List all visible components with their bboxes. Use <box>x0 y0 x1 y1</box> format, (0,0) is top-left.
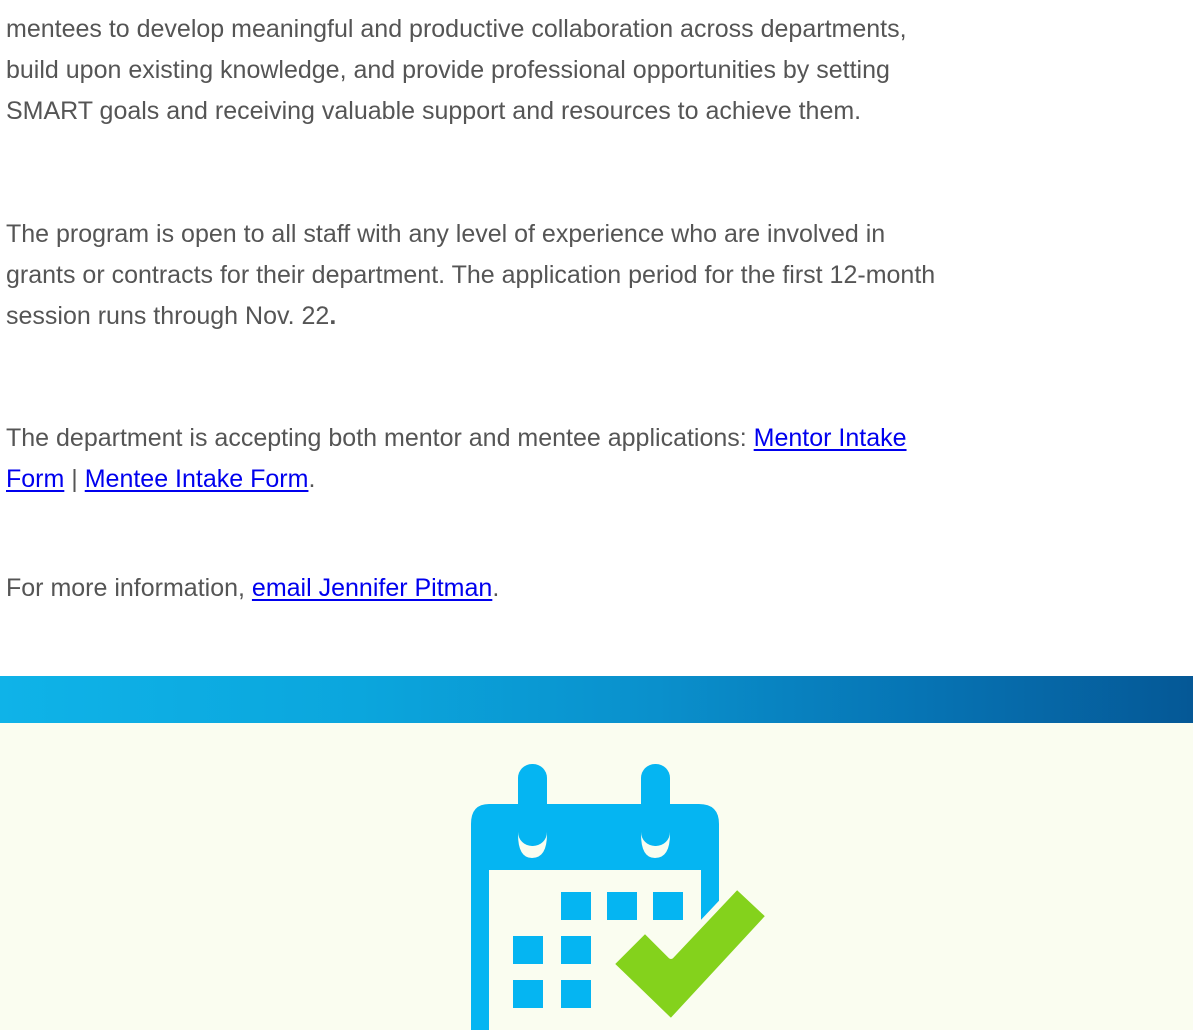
text-line: mentees to develop meaningful and produc… <box>6 15 907 43</box>
text-line: The program is open to all staff with an… <box>6 220 886 248</box>
calendar-day <box>513 936 543 964</box>
paragraph-program-goals: mentees to develop meaningful and produc… <box>6 9 907 132</box>
text-line: grants or contracts for their department… <box>6 261 936 289</box>
calendar-day <box>561 980 591 1008</box>
email-jennifer-pitman-link[interactable]: email Jennifer Pitman <box>252 574 492 602</box>
calendar-frame-left <box>471 864 489 1030</box>
calendar-check-icon <box>471 764 771 1030</box>
calendar-day <box>607 892 637 920</box>
bold-period: . <box>329 302 337 330</box>
calendar-ring-left <box>518 764 547 846</box>
text-line: session runs through Nov. 22 <box>6 302 330 330</box>
link-separator: | <box>64 465 85 493</box>
text-segment: . <box>492 574 500 602</box>
paragraph-contact: For more information, email Jennifer Pit… <box>6 568 499 609</box>
calendar-day <box>513 980 543 1008</box>
mentee-intake-form-link[interactable]: Mentee Intake Form <box>85 465 309 493</box>
text-segment: For more information, <box>6 574 252 602</box>
paragraph-eligibility: The program is open to all staff with an… <box>6 214 935 337</box>
calendar-header <box>471 804 719 870</box>
link-text: Mentor Intake <box>753 424 907 452</box>
calendar-day <box>561 892 591 920</box>
text-segment: . <box>308 465 316 493</box>
calendar-day <box>653 892 683 920</box>
text-segment: The department is accepting both mentor … <box>6 424 754 452</box>
link-text: Form <box>6 465 65 493</box>
calendar-day <box>561 936 591 964</box>
calendar-ring-right <box>641 764 670 846</box>
text-line: build upon existing knowledge, and provi… <box>6 56 890 84</box>
section-divider-band <box>0 676 1193 723</box>
email-newsletter-view: mentees to develop meaningful and produc… <box>0 0 1193 1030</box>
text-line: SMART goals and receiving valuable suppo… <box>6 97 862 125</box>
paragraph-applications: The department is accepting both mentor … <box>6 418 907 500</box>
